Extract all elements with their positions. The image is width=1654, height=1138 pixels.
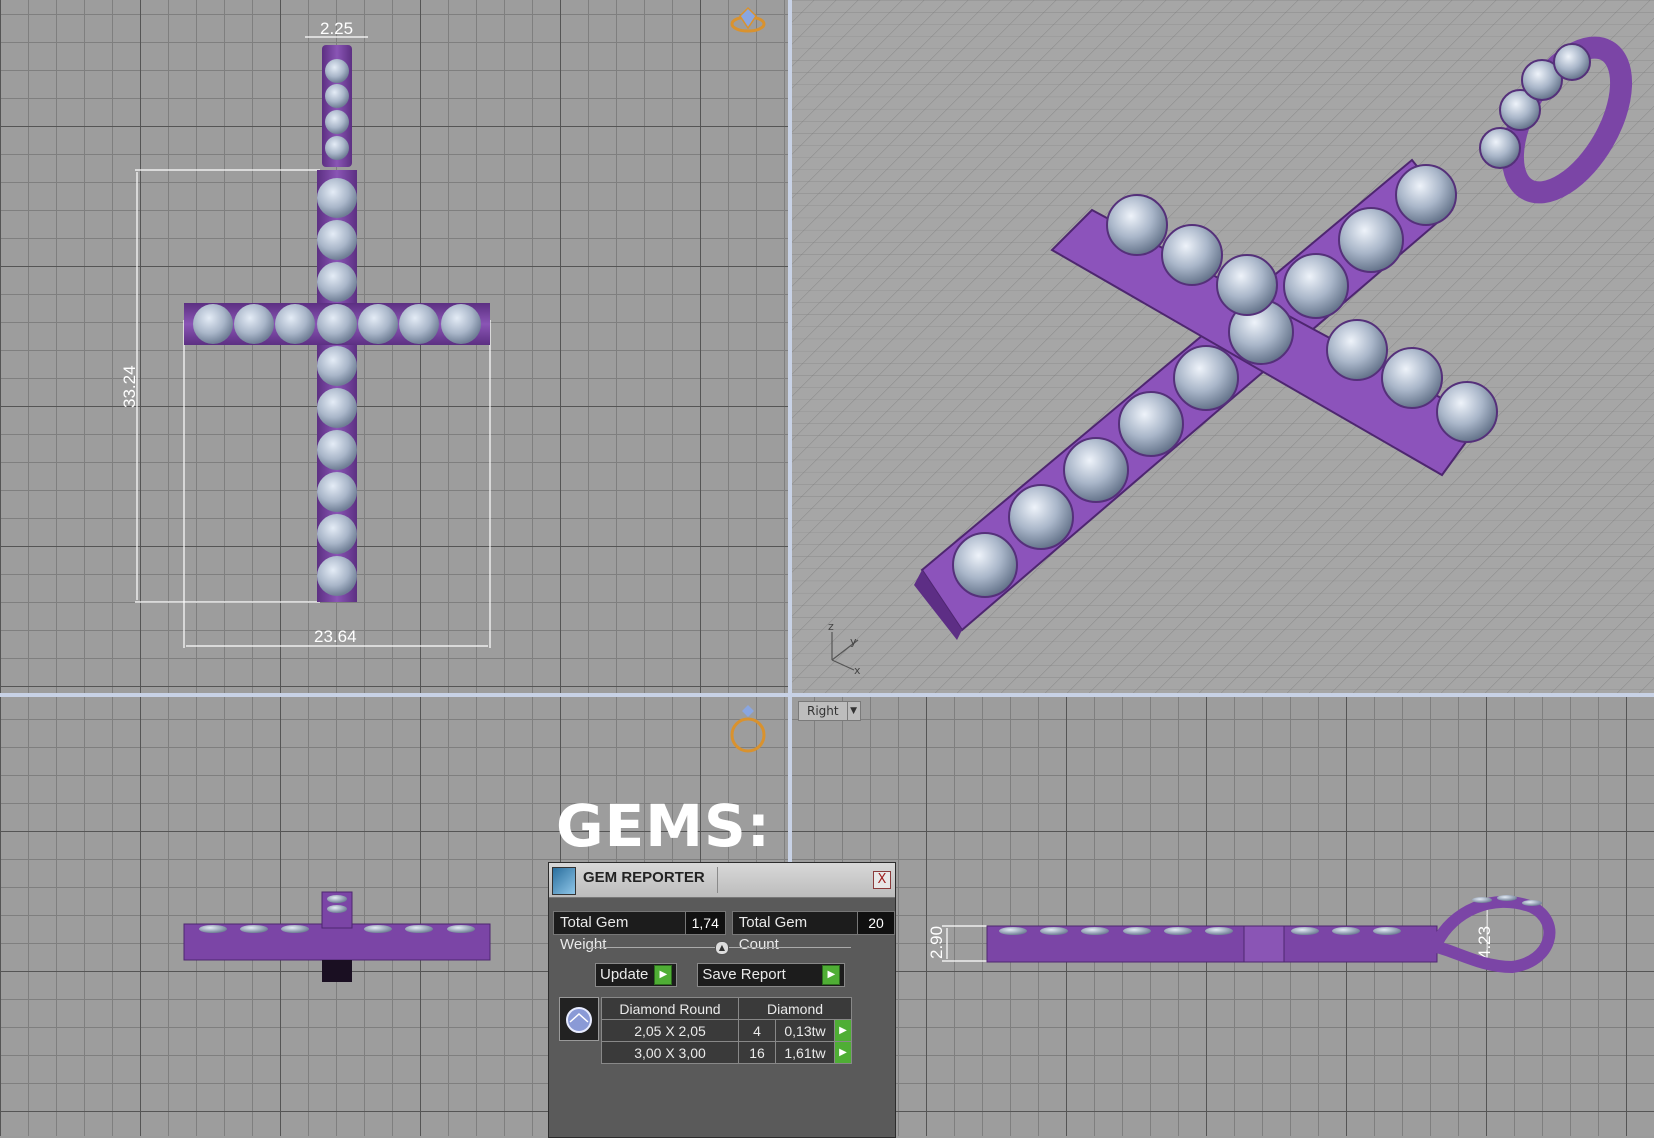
gem-count: 16	[738, 1041, 776, 1064]
ring-gizmo-front-icon[interactable]	[730, 705, 766, 753]
save-report-label: Save Report	[702, 966, 786, 983]
viewport-divider-horizontal[interactable]	[0, 693, 1654, 697]
dim-width-top: 2.25	[320, 19, 353, 38]
total-gem-weight-value: 1,74	[685, 911, 726, 935]
totals-row: Total Gem Weight 1,74 Total Gem Count 20	[553, 911, 895, 953]
table-row[interactable]: 2,05 X 2,05 4 0,13tw ▶	[601, 1019, 852, 1042]
title-separator	[717, 867, 718, 893]
close-icon[interactable]: X	[873, 871, 891, 889]
gem-reporter-titlebar[interactable]: GEM REPORTER X	[549, 863, 895, 898]
dim-height: 33.24	[120, 365, 139, 408]
gem-weight: 1,61tw	[775, 1041, 835, 1064]
play-icon: ▶	[654, 965, 673, 985]
dim-thickness: 2.90	[927, 926, 946, 959]
front-bail-bottom	[322, 960, 352, 982]
collapse-toggle-icon[interactable]: ▲	[715, 941, 729, 955]
viewport-label-text: Right	[807, 704, 839, 718]
actions-row: Update ▶ Save Report ▶	[595, 963, 846, 987]
perspective-drawing: z y x	[792, 0, 1654, 693]
perspective-viewport[interactable]: z y x	[792, 0, 1654, 693]
header-material: Diamond	[738, 997, 852, 1020]
chevron-down-icon[interactable]: ▼	[846, 702, 860, 720]
top-viewport[interactable]: 2.25 33.24 23.64	[0, 0, 788, 693]
gems-heading: GEMS:	[556, 792, 771, 860]
save-report-button[interactable]: Save Report ▶	[697, 963, 846, 987]
axis-z-label: z	[828, 620, 834, 633]
gem-size: 2,05 X 2,05	[601, 1019, 739, 1042]
update-label: Update	[600, 966, 649, 983]
right-viewport[interactable]: Right ▼ 2.90 4.23	[792, 697, 1654, 1136]
gem-count: 4	[738, 1019, 776, 1042]
top-view-drawing: 2.25 33.24 23.64	[120, 6, 766, 648]
front-bar	[183, 923, 491, 961]
ring-gizmo-icon[interactable]	[730, 6, 766, 33]
update-button[interactable]: Update ▶	[595, 963, 678, 987]
play-icon[interactable]: ▶	[834, 1019, 852, 1042]
gem-reporter-icon	[552, 867, 576, 895]
axis-y-label: y	[850, 635, 857, 648]
diamond-round-icon	[559, 997, 599, 1041]
total-gem-count-label: Total Gem Count	[731, 911, 858, 953]
header-shape: Diamond Round	[601, 997, 739, 1020]
gem-table: Diamond Round Diamond 2,05 X 2,05 4 0,13…	[601, 997, 852, 1064]
gem-reporter-panel[interactable]: GEM REPORTER X Total Gem Weight 1,74 Tot…	[548, 862, 896, 1138]
right-view-drawing: 2.90 4.23	[927, 895, 1556, 974]
axis-x-label: x	[854, 664, 861, 677]
total-gem-count-value: 20	[858, 911, 895, 935]
gem-reporter-title: GEM REPORTER	[583, 869, 705, 886]
dim-width-bottom: 23.64	[314, 627, 357, 646]
play-icon[interactable]: ▶	[834, 1041, 852, 1064]
gem-table-header: Diamond Round Diamond	[601, 997, 852, 1020]
gem-weight: 0,13tw	[775, 1019, 835, 1042]
gem-size: 3,00 X 3,00	[601, 1041, 739, 1064]
table-row[interactable]: 3,00 X 3,00 16 1,61tw ▶	[601, 1041, 852, 1064]
dim-loop: 4.23	[1475, 926, 1494, 959]
viewport-label-right[interactable]: Right ▼	[798, 701, 861, 721]
play-icon: ▶	[822, 965, 841, 985]
total-gem-weight-label: Total Gem Weight	[553, 911, 686, 953]
